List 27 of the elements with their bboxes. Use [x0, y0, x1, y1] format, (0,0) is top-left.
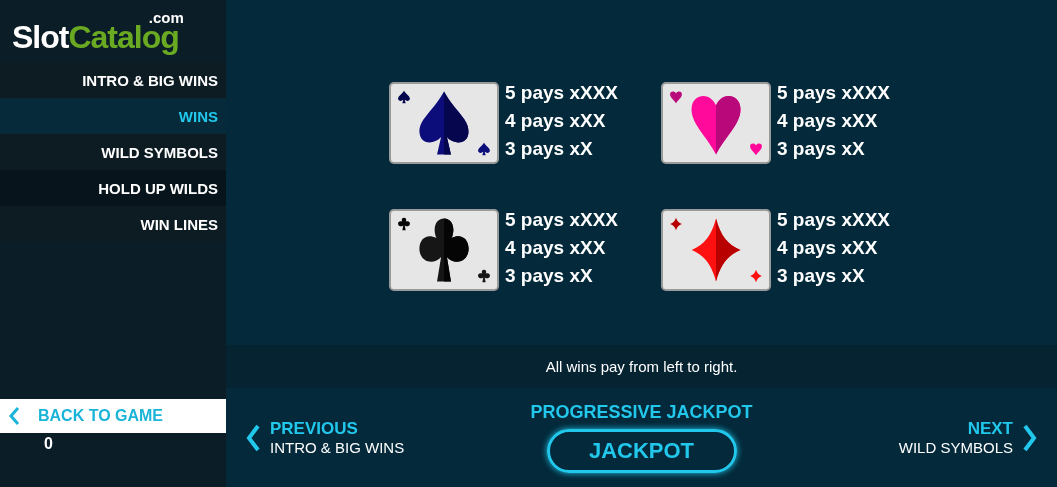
next-button[interactable]: NEXT WILD SYMBOLS [837, 419, 1037, 456]
balance-value: 0 [44, 435, 53, 452]
chevron-right-icon [1023, 423, 1037, 452]
payout-text: 4 pays xXX [505, 236, 607, 260]
payout-text: 5 pays xXXX [505, 208, 619, 232]
payout-text: 5 pays xXXX [777, 81, 891, 105]
previous-button[interactable]: PREVIOUS INTRO & BIG WINS [246, 419, 446, 456]
chevron-left-icon [8, 406, 20, 426]
payout-text: 4 pays xXX [505, 109, 607, 133]
payout-text: 4 pays xXX [777, 236, 879, 260]
logo: SlotCatalog .com [11, 8, 185, 57]
menu-item[interactable]: WINS [0, 98, 226, 134]
payout-text: 3 pays xX [505, 264, 594, 288]
payout-text: 5 pays xXXX [505, 81, 619, 105]
menu-item[interactable]: INTRO & BIG WINS [0, 62, 226, 98]
info-text: All wins pay from left to right. [545, 358, 738, 375]
payout-text: 3 pays xX [777, 137, 866, 161]
menu-item[interactable]: HOLD UP WILDS [0, 170, 226, 206]
payout-text: 5 pays xXXX [777, 208, 891, 232]
menu-item[interactable]: WIN LINES [0, 206, 226, 242]
menu-item[interactable]: WILD SYMBOLS [0, 134, 226, 170]
payout-text: 4 pays xXX [777, 109, 879, 133]
payout-text: 3 pays xX [777, 264, 866, 288]
chevron-left-icon [246, 423, 260, 452]
jackpot-display: JACKPOT [546, 429, 737, 473]
payout-text: 3 pays xX [505, 137, 594, 161]
jackpot-title: PROGRESSIVE JACKPOT [530, 402, 753, 423]
